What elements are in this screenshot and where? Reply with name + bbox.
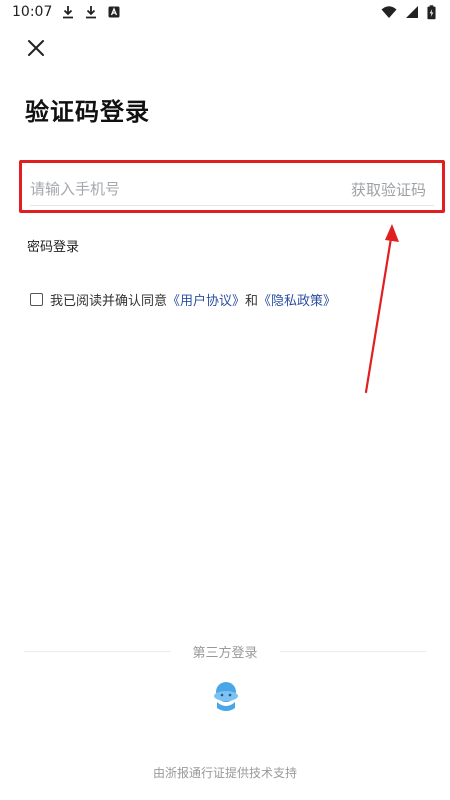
- app-notification-icon: [108, 6, 120, 18]
- agreement-checkbox[interactable]: [30, 293, 43, 306]
- agreement-conjunction: 和: [245, 294, 259, 309]
- status-bar: 10:07: [0, 0, 450, 24]
- input-underline: [30, 205, 434, 206]
- wifi-icon: [381, 6, 397, 18]
- privacy-policy-link[interactable]: 《隐私政策》: [258, 290, 336, 309]
- status-left: 10:07: [12, 4, 121, 20]
- close-icon: [28, 40, 44, 56]
- download-icon: [63, 6, 74, 19]
- get-code-button[interactable]: 获取验证码: [351, 179, 426, 200]
- divider-right: [279, 650, 427, 652]
- phone-input[interactable]: [30, 177, 330, 201]
- password-login-link[interactable]: 密码登录: [27, 236, 79, 255]
- download-icon: [86, 6, 97, 19]
- page-title: 验证码登录: [25, 98, 150, 126]
- battery-charging-icon: [427, 4, 436, 19]
- third-party-divider: 第三方登录: [24, 641, 427, 661]
- close-button[interactable]: [24, 36, 48, 60]
- signal-icon: [406, 6, 418, 18]
- mascot-icon: [214, 682, 238, 711]
- agreement-row: 我已阅读并确认同意 《用户协议》 和 《隐私政策》: [30, 290, 336, 309]
- third-party-label: 第三方登录: [192, 645, 258, 661]
- divider-left: [24, 650, 171, 652]
- user-agreement-link[interactable]: 《用户协议》: [167, 290, 245, 309]
- footer-text: 由浙报通行证提供技术支持: [152, 766, 297, 780]
- phone-input-row: 获取验证码: [19, 160, 445, 213]
- status-time: 10:07: [12, 4, 53, 20]
- agreement-text: 我已阅读并确认同意: [50, 294, 168, 309]
- status-right: [381, 4, 436, 20]
- third-party-login-button[interactable]: [211, 680, 241, 714]
